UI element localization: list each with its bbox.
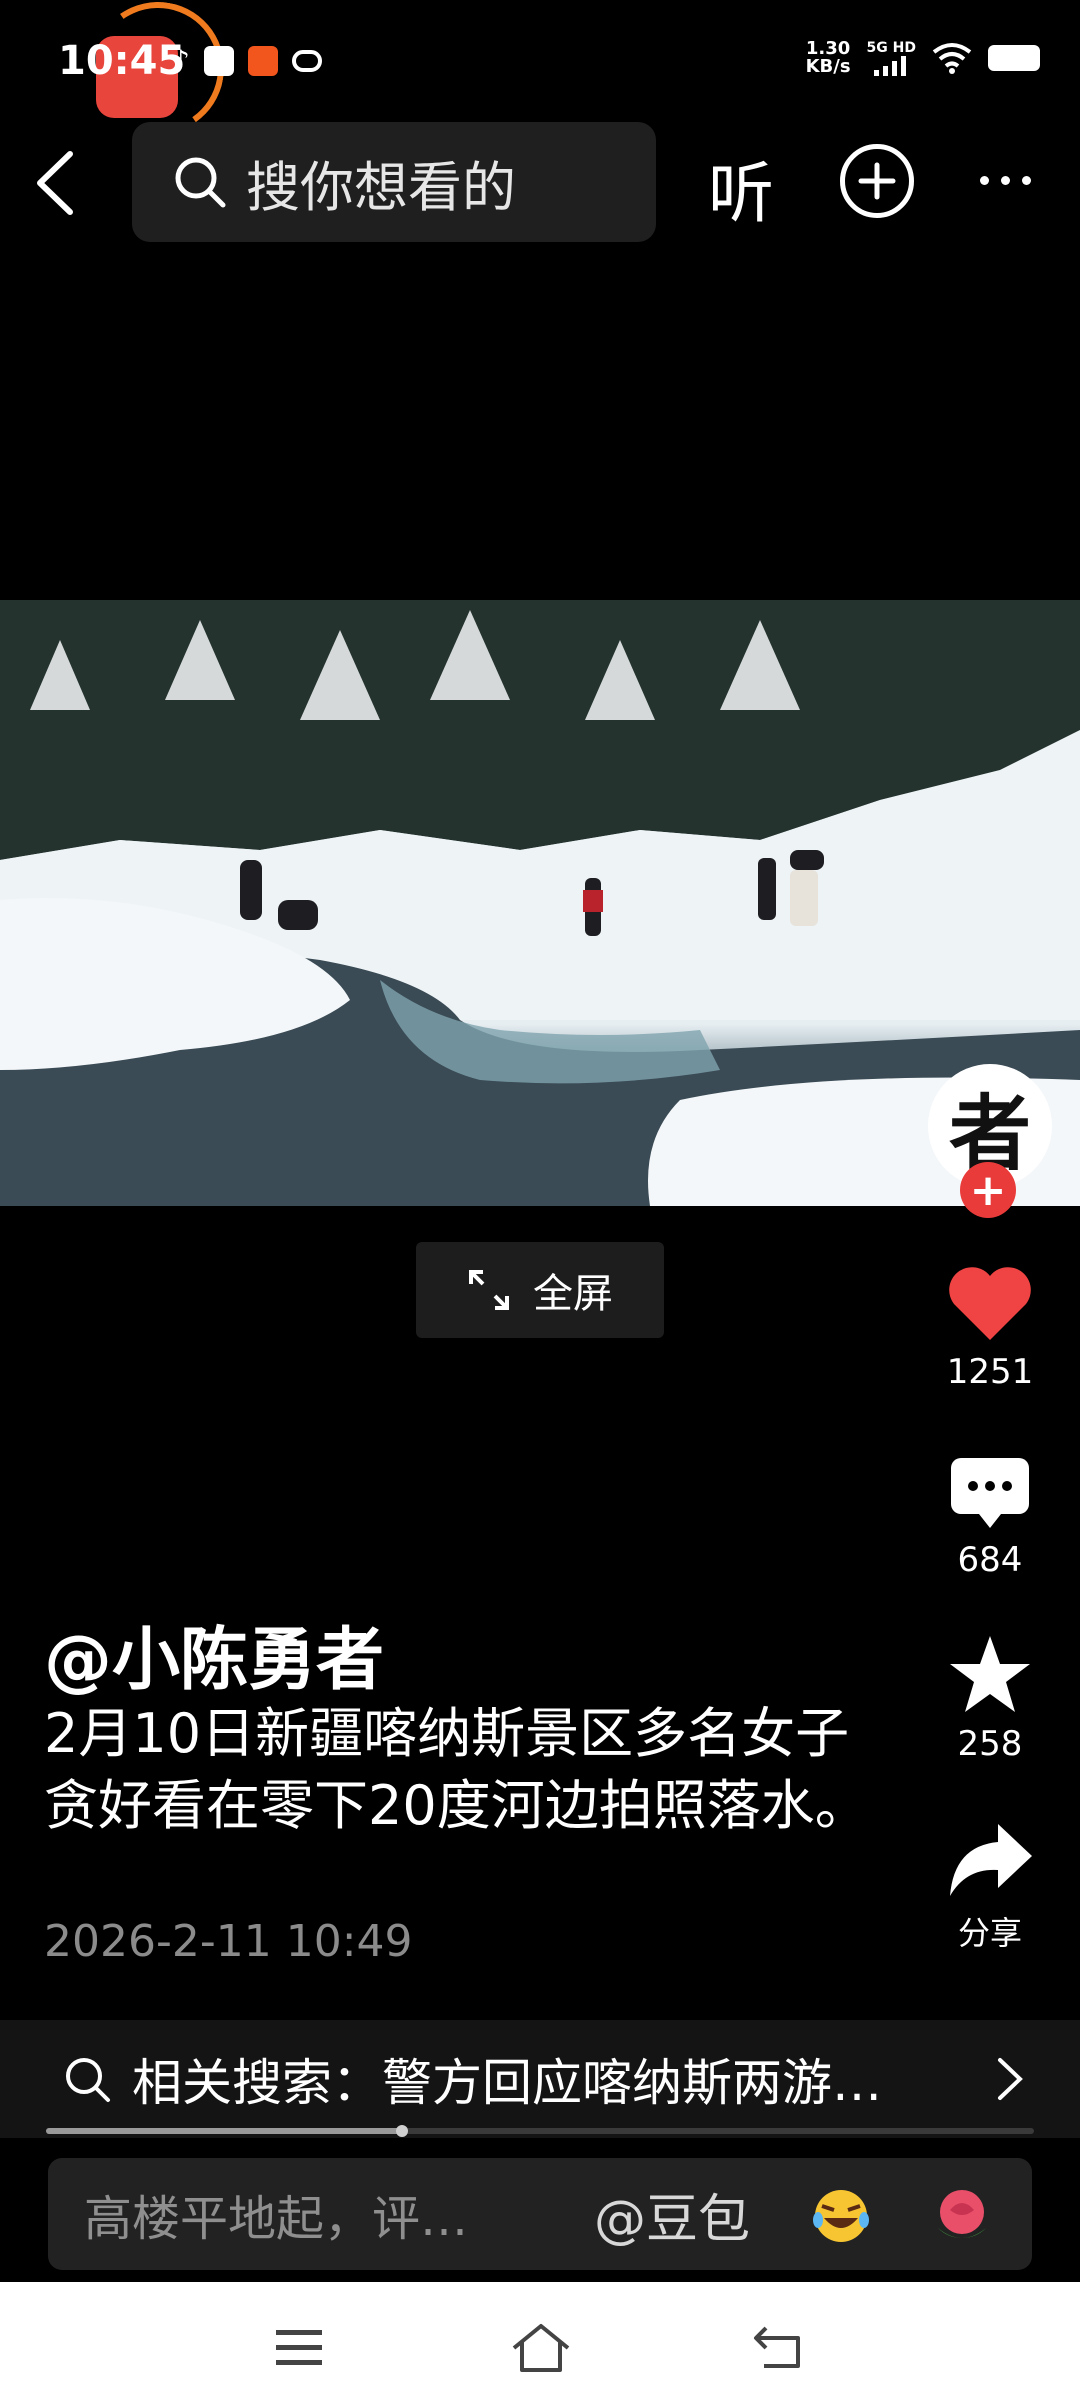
plus-icon <box>858 162 896 200</box>
search-input[interactable]: 搜你想看的 <box>132 122 656 242</box>
tiktok-icon: ♪ <box>172 44 190 77</box>
wifi-icon <box>932 43 972 74</box>
video-progress-fill <box>46 2128 402 2134</box>
video-progress-knob[interactable] <box>395 2125 408 2137</box>
home-button[interactable] <box>510 2320 572 2376</box>
listen-button[interactable]: 听 <box>708 140 774 236</box>
fullscreen-label: 全屏 <box>533 1271 613 1317</box>
post-timestamp: 2026-2-11 10:49 <box>44 1916 413 1967</box>
signal-icon: 5G HD <box>867 40 916 76</box>
comment-input[interactable]: 高楼平地起，评… @豆包 <box>48 2158 1032 2270</box>
share-button[interactable]: 分享 <box>920 1822 1060 1954</box>
like-count: 1251 <box>946 1352 1034 1392</box>
status-time: 10:45 <box>58 38 186 84</box>
star-icon <box>950 1636 1030 1712</box>
like-button[interactable]: 1251 <box>920 1266 1060 1392</box>
recent-apps-button[interactable] <box>276 2330 322 2375</box>
search-placeholder: 搜你想看的 <box>246 155 516 219</box>
net-speed: 1.30 KB/s <box>806 40 851 76</box>
expand-icon <box>469 1270 509 1310</box>
heart-icon <box>949 1267 1031 1340</box>
video-player[interactable] <box>0 600 1080 1206</box>
net-speed-unit: KB/s <box>805 56 851 77</box>
favorite-button[interactable]: 258 <box>920 1634 1060 1764</box>
search-icon <box>66 2058 110 2102</box>
comment-icon <box>951 1458 1029 1528</box>
laughing-emoji-icon[interactable] <box>810 2188 872 2244</box>
share-icon <box>950 1824 1032 1896</box>
more-options-button[interactable] <box>980 176 1031 185</box>
author-username[interactable]: @小陈勇者 <box>44 1604 384 1703</box>
video-progress-bar[interactable] <box>46 2128 1034 2134</box>
related-search-bar[interactable]: 相关搜索：警方回应喀纳斯两游… <box>0 2020 1080 2138</box>
taobao-icon <box>247 45 278 76</box>
status-right-group: 1.30 KB/s 5G HD <box>806 40 1040 76</box>
related-search-text: 相关搜索：警方回应喀纳斯两游… <box>132 2054 882 2112</box>
notification-icons: ♪ <box>172 44 322 77</box>
app-icon <box>291 49 322 72</box>
more-dot <box>1001 176 1010 185</box>
search-icon <box>175 157 226 208</box>
network-type: 5G HD <box>866 40 916 56</box>
chevron-right-icon <box>998 2058 1023 2100</box>
battery-icon <box>988 45 1040 71</box>
add-button[interactable] <box>840 144 914 218</box>
menu-line <box>276 2330 322 2335</box>
more-dot <box>1022 176 1031 185</box>
fullscreen-button[interactable]: 全屏 <box>416 1242 664 1338</box>
favorite-count: 258 <box>957 1724 1023 1764</box>
post-caption: 2月10日新疆喀纳斯景区多名女子贪好看在零下20度河边拍照落水。 <box>44 1702 869 1837</box>
share-label: 分享 <box>957 1914 1022 1952</box>
back-button[interactable] <box>28 148 88 218</box>
follow-button[interactable]: + <box>960 1162 1016 1218</box>
more-dot <box>980 176 989 185</box>
back-nav-button[interactable] <box>752 2322 808 2372</box>
mention-doubao-button[interactable]: @豆包 <box>594 2177 750 2252</box>
menu-line <box>276 2345 322 2350</box>
mail-icon <box>203 45 234 76</box>
comment-count: 684 <box>957 1540 1023 1580</box>
menu-line <box>276 2360 322 2365</box>
video-frame-snowy-river <box>0 600 1080 1206</box>
comment-placeholder: 高楼平地起，评… <box>84 2191 469 2247</box>
comment-button[interactable]: 684 <box>920 1456 1060 1580</box>
rose-emoji-icon[interactable] <box>932 2186 992 2246</box>
